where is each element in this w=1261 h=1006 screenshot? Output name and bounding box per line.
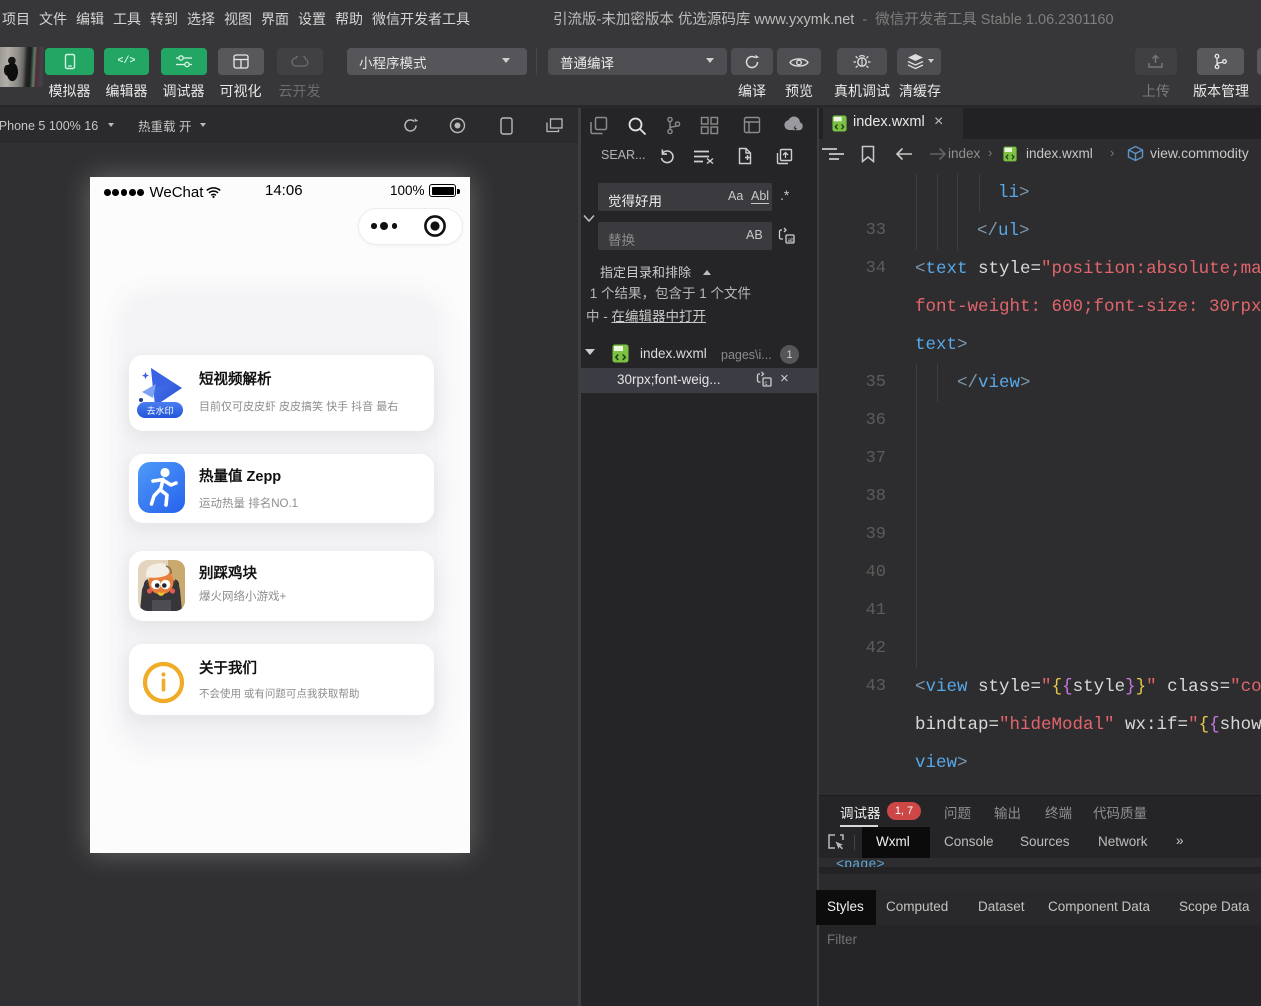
svg-text:c: c xyxy=(765,381,768,387)
svg-text:ab: ab xyxy=(788,237,796,244)
